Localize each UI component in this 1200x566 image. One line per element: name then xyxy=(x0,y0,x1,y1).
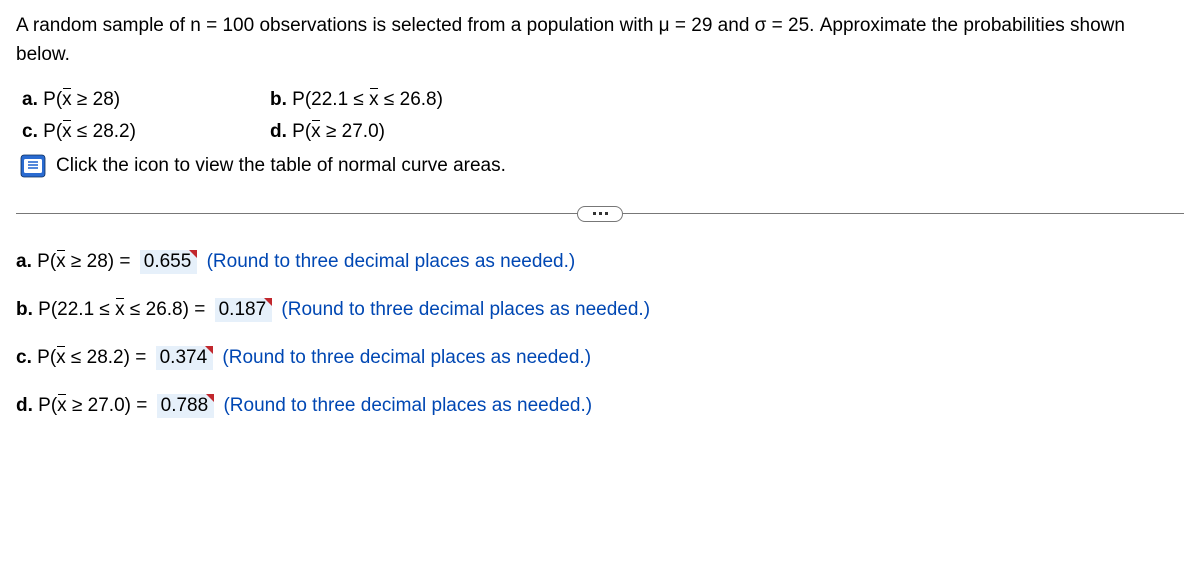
answer-d: d. P(x ≥ 27.0) = 0.788 (Round to three d… xyxy=(16,394,1184,418)
part-d-rest: ≥ 27.0) xyxy=(321,121,385,142)
xbar-icon: x xyxy=(369,89,379,111)
answer-b-prefix: P(22.1 ≤ xyxy=(38,299,115,320)
xbar-icon: x xyxy=(62,89,72,111)
section-divider xyxy=(16,213,1184,214)
answer-label-b: b. xyxy=(16,299,33,320)
expand-button[interactable] xyxy=(577,206,623,222)
xbar-icon: x xyxy=(311,121,321,143)
part-c-rest: ≤ 28.2) xyxy=(72,121,136,142)
table-icon[interactable] xyxy=(20,153,46,179)
part-a: a. P(x ≥ 28) xyxy=(22,89,262,111)
answer-d-rest: ≥ 27.0) = xyxy=(67,395,153,416)
answer-b: b. P(22.1 ≤ x ≤ 26.8) = 0.187 (Round to … xyxy=(16,298,1184,322)
answer-c-hint: (Round to three decimal places as needed… xyxy=(222,347,591,368)
answer-c-input[interactable]: 0.374 xyxy=(156,346,214,370)
answer-c-prefix: P( xyxy=(37,347,56,368)
answer-b-hint: (Round to three decimal places as needed… xyxy=(281,299,650,320)
answer-label-d: d. xyxy=(16,395,33,416)
answer-c-rest: ≤ 28.2) = xyxy=(66,347,152,368)
part-b-prefix: P(22.1 ≤ xyxy=(292,89,369,110)
xbar-icon: x xyxy=(115,299,125,321)
part-c: c. P(x ≤ 28.2) xyxy=(22,121,262,143)
part-label-d: d. xyxy=(270,121,287,142)
answer-a-hint: (Round to three decimal places as needed… xyxy=(207,251,576,272)
part-a-rest: ≥ 28) xyxy=(72,89,120,110)
answer-d-input[interactable]: 0.788 xyxy=(157,394,215,418)
part-a-prefix: P( xyxy=(43,89,62,110)
answer-label-a: a. xyxy=(16,251,32,272)
answer-a-prefix: P( xyxy=(37,251,56,272)
part-b: b. P(22.1 ≤ x ≤ 26.8) xyxy=(270,89,630,111)
table-icon-text[interactable]: Click the icon to view the table of norm… xyxy=(56,155,506,177)
xbar-icon: x xyxy=(62,121,72,143)
xbar-icon: x xyxy=(56,251,66,273)
problem-statement: A random sample of n = 100 observations … xyxy=(16,12,1184,69)
part-b-rest: ≤ 26.8) xyxy=(379,89,443,110)
answer-label-c: c. xyxy=(16,347,32,368)
answer-b-rest: ≤ 26.8) = xyxy=(125,299,211,320)
part-c-prefix: P( xyxy=(43,121,62,142)
answer-a-input[interactable]: 0.655 xyxy=(140,250,198,274)
answer-b-input[interactable]: 0.187 xyxy=(215,298,273,322)
part-d-prefix: P( xyxy=(292,121,311,142)
answer-a: a. P(x ≥ 28) = 0.655 (Round to three dec… xyxy=(16,250,1184,274)
part-d: d. P(x ≥ 27.0) xyxy=(270,121,630,143)
part-label-a: a. xyxy=(22,89,38,110)
part-label-b: b. xyxy=(270,89,287,110)
more-icon xyxy=(593,212,608,215)
answer-d-prefix: P( xyxy=(38,395,57,416)
answer-d-hint: (Round to three decimal places as needed… xyxy=(223,395,592,416)
xbar-icon: x xyxy=(57,395,67,417)
xbar-icon: x xyxy=(56,347,66,369)
answers-section: a. P(x ≥ 28) = 0.655 (Round to three dec… xyxy=(16,250,1184,418)
answer-a-rest: ≥ 28) = xyxy=(66,251,136,272)
answer-c: c. P(x ≤ 28.2) = 0.374 (Round to three d… xyxy=(16,346,1184,370)
table-icon-row: Click the icon to view the table of norm… xyxy=(20,153,1184,179)
parts-grid: a. P(x ≥ 28) b. P(22.1 ≤ x ≤ 26.8) c. P(… xyxy=(22,89,1184,143)
part-label-c: c. xyxy=(22,121,38,142)
